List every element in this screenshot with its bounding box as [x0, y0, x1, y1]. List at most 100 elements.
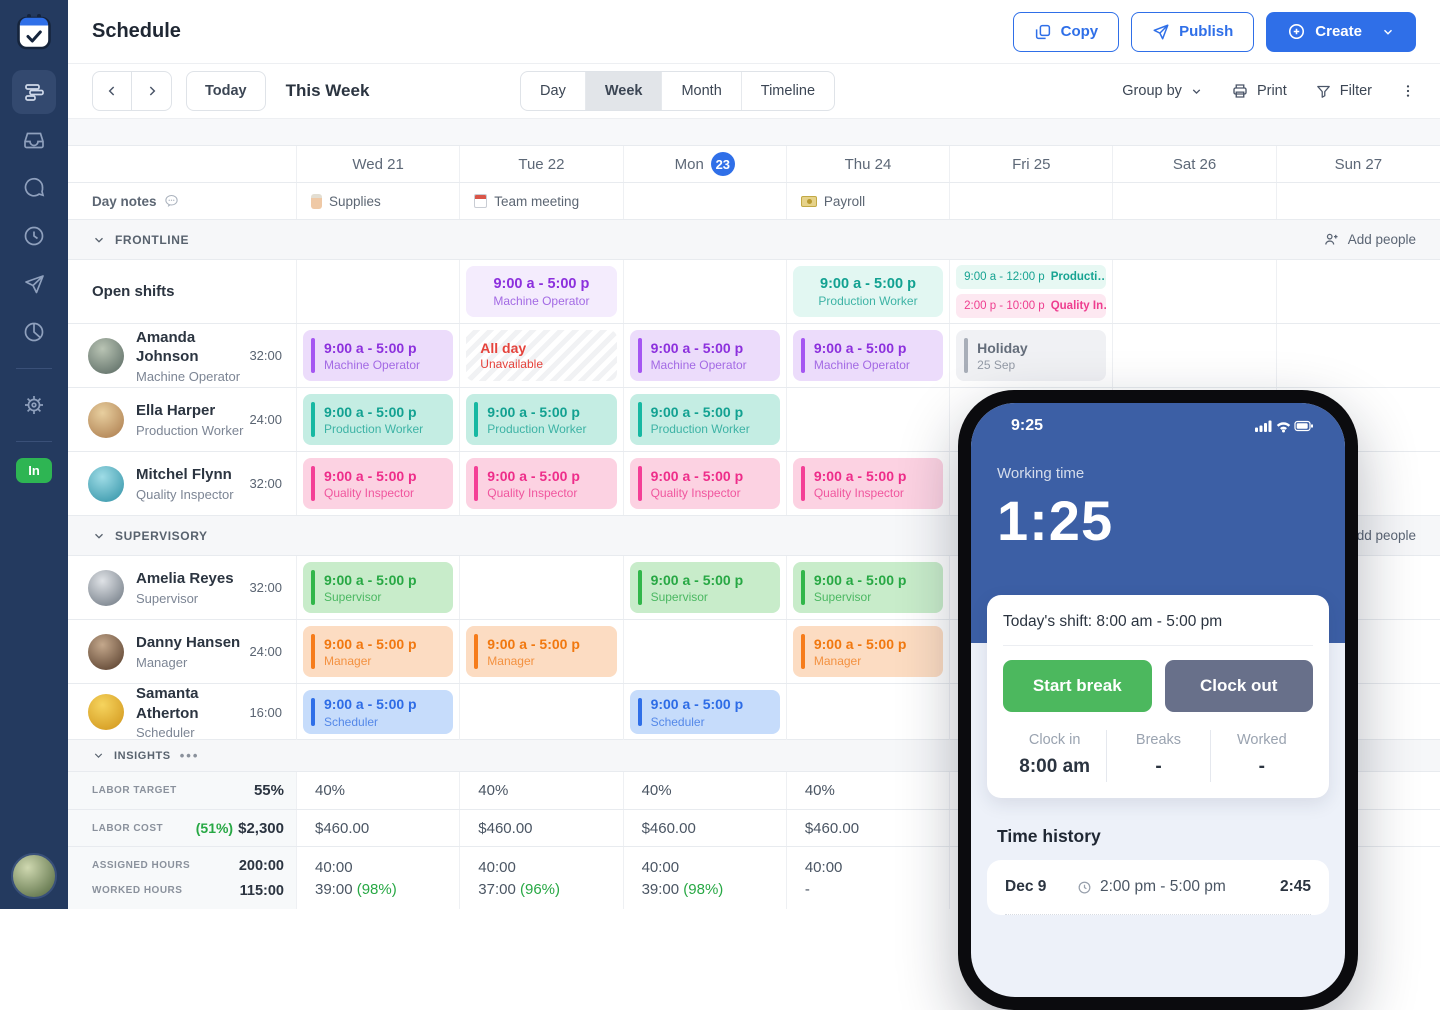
- shift-cell[interactable]: Holiday25 Sep: [950, 324, 1113, 387]
- chevron-down-icon[interactable]: [92, 233, 106, 247]
- shift-cell[interactable]: [460, 684, 623, 740]
- shift-cell[interactable]: [460, 556, 623, 619]
- open-shift-cell-sat[interactable]: [1113, 260, 1276, 323]
- shift-cell[interactable]: 9:00 a - 5:00 pQuality Inspector: [787, 452, 950, 515]
- open-shift-chip[interactable]: 9:00 a - 5:00 p Machine Operator: [466, 266, 616, 317]
- tab-month[interactable]: Month: [662, 72, 741, 110]
- employee-cell[interactable]: Ella Harper Production Worker 24:00: [68, 388, 297, 451]
- sidebar-item-travel[interactable]: [12, 262, 56, 306]
- time-history-entry[interactable]: Dec 9 2:00 pm - 5:00 pm 2:45: [1005, 860, 1311, 915]
- clock-out-button[interactable]: Clock out: [1165, 660, 1314, 712]
- day-note-sat[interactable]: [1113, 183, 1276, 219]
- insights-more-icon[interactable]: •••: [180, 748, 200, 763]
- shift-cell[interactable]: 9:00 a - 5:00 pQuality Inspector: [297, 452, 460, 515]
- sidebar-item-reports[interactable]: [12, 310, 56, 354]
- shift-cell[interactable]: 9:00 a - 5:00 pMachine Operator: [624, 324, 787, 387]
- shift-cell[interactable]: 9:00 a - 5:00 pProduction Worker: [624, 388, 787, 451]
- start-break-button[interactable]: Start break: [1003, 660, 1152, 712]
- unavailable-chip[interactable]: All dayUnavailable: [466, 330, 616, 381]
- shift-chip[interactable]: 9:00 a - 5:00 pMachine Operator: [793, 330, 943, 381]
- clocked-in-badge[interactable]: In: [16, 458, 52, 483]
- day-header-tue[interactable]: Tue 22: [460, 146, 623, 182]
- shift-cell[interactable]: [787, 684, 950, 740]
- shift-cell[interactable]: 9:00 a - 5:00 pScheduler: [297, 684, 460, 740]
- user-avatar[interactable]: [11, 853, 57, 899]
- shift-chip[interactable]: 9:00 a - 5:00 pSupervisor: [303, 562, 453, 613]
- employee-cell[interactable]: Samanta Atherton Scheduler 16:00: [68, 684, 297, 740]
- tab-timeline[interactable]: Timeline: [742, 72, 834, 110]
- shift-cell[interactable]: [1113, 324, 1276, 387]
- shift-chip[interactable]: 9:00 a - 5:00 pManager: [303, 626, 453, 677]
- holiday-chip[interactable]: Holiday25 Sep: [956, 330, 1106, 381]
- shift-cell[interactable]: 9:00 a - 5:00 pSupervisor: [787, 556, 950, 619]
- create-button[interactable]: Create: [1266, 12, 1416, 52]
- chevron-down-icon[interactable]: [92, 529, 106, 543]
- shift-cell[interactable]: 9:00 a - 5:00 pQuality Inspector: [624, 452, 787, 515]
- day-header-thu[interactable]: Thu 24: [787, 146, 950, 182]
- day-header-sat[interactable]: Sat 26: [1113, 146, 1276, 182]
- day-note-mon[interactable]: [624, 183, 787, 219]
- shift-chip[interactable]: 9:00 a - 5:00 pScheduler: [630, 690, 780, 734]
- sidebar-item-schedule[interactable]: [12, 70, 56, 114]
- today-button[interactable]: Today: [186, 71, 266, 111]
- shift-cell[interactable]: 9:00 a - 5:00 pScheduler: [624, 684, 787, 740]
- day-note-tue[interactable]: Team meeting: [460, 183, 623, 219]
- next-week-button[interactable]: [132, 72, 171, 110]
- shift-cell[interactable]: [624, 620, 787, 683]
- shift-cell[interactable]: [1277, 324, 1440, 387]
- open-shift-chip-small[interactable]: 9:00 a - 12:00 p Producti…: [956, 265, 1106, 289]
- day-header-sun[interactable]: Sun 27: [1277, 146, 1440, 182]
- shift-chip[interactable]: 9:00 a - 5:00 pProduction Worker: [466, 394, 616, 445]
- tab-week[interactable]: Week: [586, 72, 663, 110]
- shift-cell[interactable]: 9:00 a - 5:00 pMachine Operator: [787, 324, 950, 387]
- shift-cell[interactable]: 9:00 a - 5:00 pSupervisor: [297, 556, 460, 619]
- tab-day[interactable]: Day: [521, 72, 586, 110]
- shift-cell[interactable]: 9:00 a - 5:00 pQuality Inspector: [460, 452, 623, 515]
- day-header-fri[interactable]: Fri 25: [950, 146, 1113, 182]
- day-header-mon[interactable]: Mon 23: [624, 146, 787, 182]
- more-menu-button[interactable]: [1400, 83, 1416, 99]
- open-shift-cell-fri[interactable]: 9:00 a - 12:00 p Producti… 2:00 p - 10:0…: [950, 260, 1113, 323]
- shift-chip[interactable]: 9:00 a - 5:00 pScheduler: [303, 690, 453, 734]
- group-by-dropdown[interactable]: Group by: [1122, 83, 1203, 99]
- copy-button[interactable]: Copy: [1013, 12, 1120, 52]
- open-shift-chip[interactable]: 9:00 a - 5:00 p Production Worker: [793, 266, 943, 317]
- employee-cell[interactable]: Mitchel Flynn Quality Inspector 32:00: [68, 452, 297, 515]
- shift-cell[interactable]: All dayUnavailable: [460, 324, 623, 387]
- publish-button[interactable]: Publish: [1131, 12, 1254, 52]
- shift-cell[interactable]: [787, 388, 950, 451]
- shift-cell[interactable]: 9:00 a - 5:00 pManager: [460, 620, 623, 683]
- shift-cell[interactable]: 9:00 a - 5:00 pMachine Operator: [297, 324, 460, 387]
- sidebar-item-timeclock[interactable]: [12, 214, 56, 258]
- day-header-wed[interactable]: Wed 21: [297, 146, 460, 182]
- open-shift-cell-sun[interactable]: [1277, 260, 1440, 323]
- employee-cell[interactable]: Danny Hansen Manager 24:00: [68, 620, 297, 683]
- shift-chip[interactable]: 9:00 a - 5:00 pProduction Worker: [303, 394, 453, 445]
- shift-cell[interactable]: 9:00 a - 5:00 pProduction Worker: [297, 388, 460, 451]
- print-button[interactable]: Print: [1231, 82, 1287, 100]
- add-people-button[interactable]: Add people: [1323, 231, 1416, 248]
- shift-chip[interactable]: 9:00 a - 5:00 pManager: [466, 626, 616, 677]
- filter-button[interactable]: Filter: [1315, 83, 1372, 100]
- open-shift-cell-wed[interactable]: [297, 260, 460, 323]
- employee-cell[interactable]: Amanda Johnson Machine Operator 32:00: [68, 324, 297, 387]
- shift-chip[interactable]: 9:00 a - 5:00 pQuality Inspector: [630, 458, 780, 509]
- day-note-fri[interactable]: [950, 183, 1113, 219]
- open-shift-cell-tue[interactable]: 9:00 a - 5:00 p Machine Operator: [460, 260, 623, 323]
- sidebar-item-inbox[interactable]: [12, 118, 56, 162]
- open-shift-chip-small[interactable]: 2:00 p - 10:00 p Quality In…: [956, 294, 1106, 318]
- prev-week-button[interactable]: [93, 72, 132, 110]
- day-note-sun[interactable]: [1277, 183, 1440, 219]
- sidebar-item-chat[interactable]: [12, 166, 56, 210]
- shift-chip[interactable]: 9:00 a - 5:00 pProduction Worker: [630, 394, 780, 445]
- open-shift-cell-mon[interactable]: [624, 260, 787, 323]
- shift-chip[interactable]: 9:00 a - 5:00 pSupervisor: [793, 562, 943, 613]
- app-logo-calendar-icon[interactable]: [14, 12, 54, 52]
- day-note-thu[interactable]: Payroll: [787, 183, 950, 219]
- shift-cell[interactable]: 9:00 a - 5:00 pSupervisor: [624, 556, 787, 619]
- sidebar-item-settings[interactable]: [12, 383, 56, 427]
- shift-chip[interactable]: 9:00 a - 5:00 pQuality Inspector: [303, 458, 453, 509]
- open-shift-cell-thu[interactable]: 9:00 a - 5:00 p Production Worker: [787, 260, 950, 323]
- day-note-wed[interactable]: Supplies: [297, 183, 460, 219]
- shift-cell[interactable]: 9:00 a - 5:00 pManager: [787, 620, 950, 683]
